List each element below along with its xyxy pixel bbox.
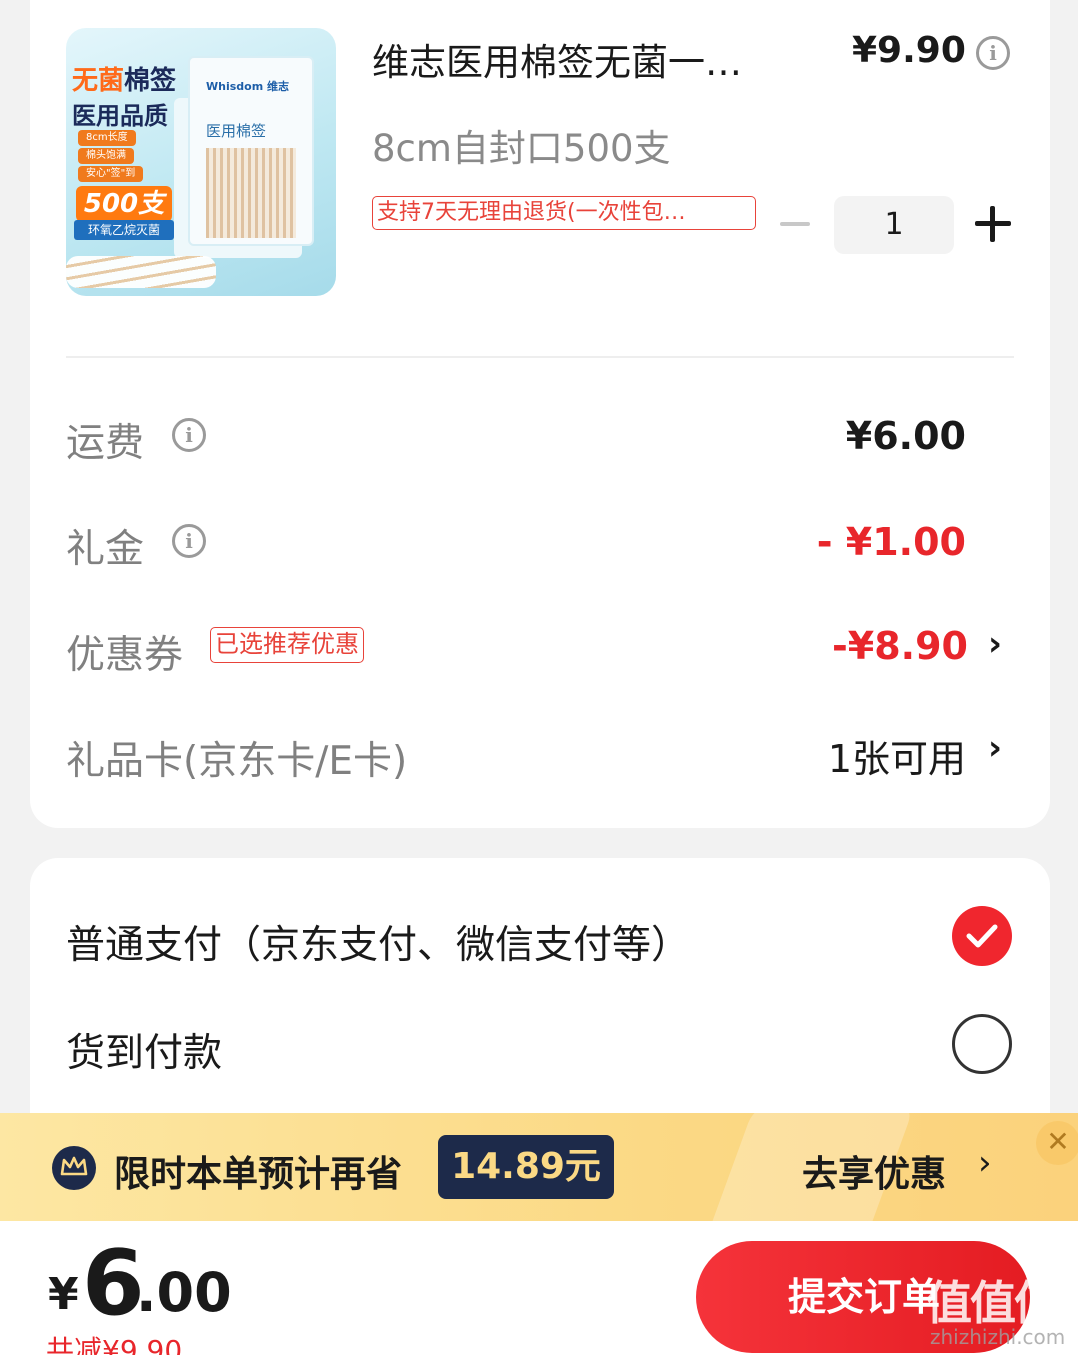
radio-selected[interactable] bbox=[952, 906, 1012, 966]
shipping-value: ¥6.00 bbox=[845, 414, 966, 458]
currency-symbol: ¥ bbox=[48, 1269, 79, 1320]
coupon-value[interactable]: -¥8.90 bbox=[832, 624, 968, 668]
promo-action[interactable]: 去享优惠 bbox=[802, 1145, 946, 1197]
order-summary-card: Whisdom 维志 医用棉签 无菌棉签 医用品质 8cm长度 棉头饱满 安心"… bbox=[30, 0, 1050, 828]
giftcard-value[interactable]: 1张可用 bbox=[828, 728, 966, 783]
checkout-bar: ¥ 6 .00 共减¥9.90 提交订单 值值值 zhizhizhi.com bbox=[0, 1221, 1078, 1355]
swab-sticks-image bbox=[206, 148, 296, 238]
submit-label: 提交订单 bbox=[788, 1275, 941, 1319]
watermark: 值值值 bbox=[926, 1276, 1060, 1330]
thumb-pill: 安心"签"到 bbox=[78, 166, 144, 182]
thumb-sterilize: 环氧乙烷灭菌 bbox=[74, 220, 174, 240]
coupon-tag: 已选推荐优惠 bbox=[210, 627, 364, 663]
chevron-right-icon[interactable]: › bbox=[978, 1143, 992, 1183]
thumb-headline: 无菌棉签 bbox=[72, 66, 177, 96]
watermark-url: zhizhizhi.com bbox=[930, 1325, 1066, 1349]
swab-image bbox=[66, 256, 216, 288]
payment-option-normal[interactable]: 普通支付（京东支付、微信支付等） bbox=[66, 914, 690, 970]
return-policy-tag: 支持7天无理由退货(一次性包… bbox=[372, 196, 756, 230]
payment-option-cod[interactable]: 货到付款 bbox=[66, 1022, 222, 1078]
shipping-label: 运费 bbox=[66, 421, 145, 466]
product-spec[interactable]: 8cm自封口500支 bbox=[372, 118, 671, 172]
chevron-right-icon[interactable]: › bbox=[988, 728, 1002, 768]
chevron-right-icon[interactable]: › bbox=[988, 624, 1002, 664]
thumb-pill: 8cm长度 bbox=[78, 130, 136, 146]
minus-icon[interactable] bbox=[780, 222, 810, 226]
total-discount[interactable]: 共减¥9.90 bbox=[46, 1329, 182, 1355]
coupon-label: 优惠券 bbox=[66, 633, 184, 678]
gift-money-value: - ¥1.00 bbox=[816, 520, 966, 564]
plus-icon[interactable] bbox=[975, 206, 1011, 242]
promo-amount-badge: 14.89元 bbox=[438, 1135, 614, 1199]
info-icon[interactable]: i bbox=[976, 36, 1010, 70]
crown-icon bbox=[52, 1146, 96, 1190]
product-title[interactable]: 维志医用棉签无菌一… bbox=[372, 32, 802, 86]
thumb-count: 500支 bbox=[76, 186, 172, 222]
thumb-brand: Whisdom 维志 bbox=[206, 80, 290, 93]
product-thumbnail[interactable]: Whisdom 维志 医用棉签 无菌棉签 医用品质 8cm长度 棉头饱满 安心"… bbox=[66, 28, 336, 296]
close-icon[interactable]: ✕ bbox=[1036, 1121, 1078, 1165]
info-icon[interactable]: i bbox=[172, 418, 206, 452]
promo-text: 限时本单预计再省 bbox=[114, 1154, 403, 1195]
gift-money-label: 礼金 bbox=[66, 527, 145, 572]
divider bbox=[66, 356, 1014, 358]
info-icon[interactable]: i bbox=[172, 524, 206, 558]
giftcard-label: 礼品卡(京东卡/E卡) bbox=[66, 739, 408, 784]
thumb-pill: 棉头饱满 bbox=[78, 148, 134, 164]
product-price: ¥9.90 bbox=[852, 30, 966, 71]
check-icon bbox=[966, 924, 998, 948]
promo-banner[interactable]: 限时本单预计再省 14.89元 去享优惠 › ✕ bbox=[0, 1113, 1078, 1221]
thumb-headline-2: 医用品质 bbox=[72, 102, 168, 130]
total-price-decimal: .00 bbox=[136, 1261, 232, 1324]
radio-unselected[interactable] bbox=[952, 1014, 1012, 1074]
quantity-input[interactable]: 1 bbox=[834, 196, 954, 254]
thumb-package-title: 医用棉签 bbox=[206, 122, 267, 140]
